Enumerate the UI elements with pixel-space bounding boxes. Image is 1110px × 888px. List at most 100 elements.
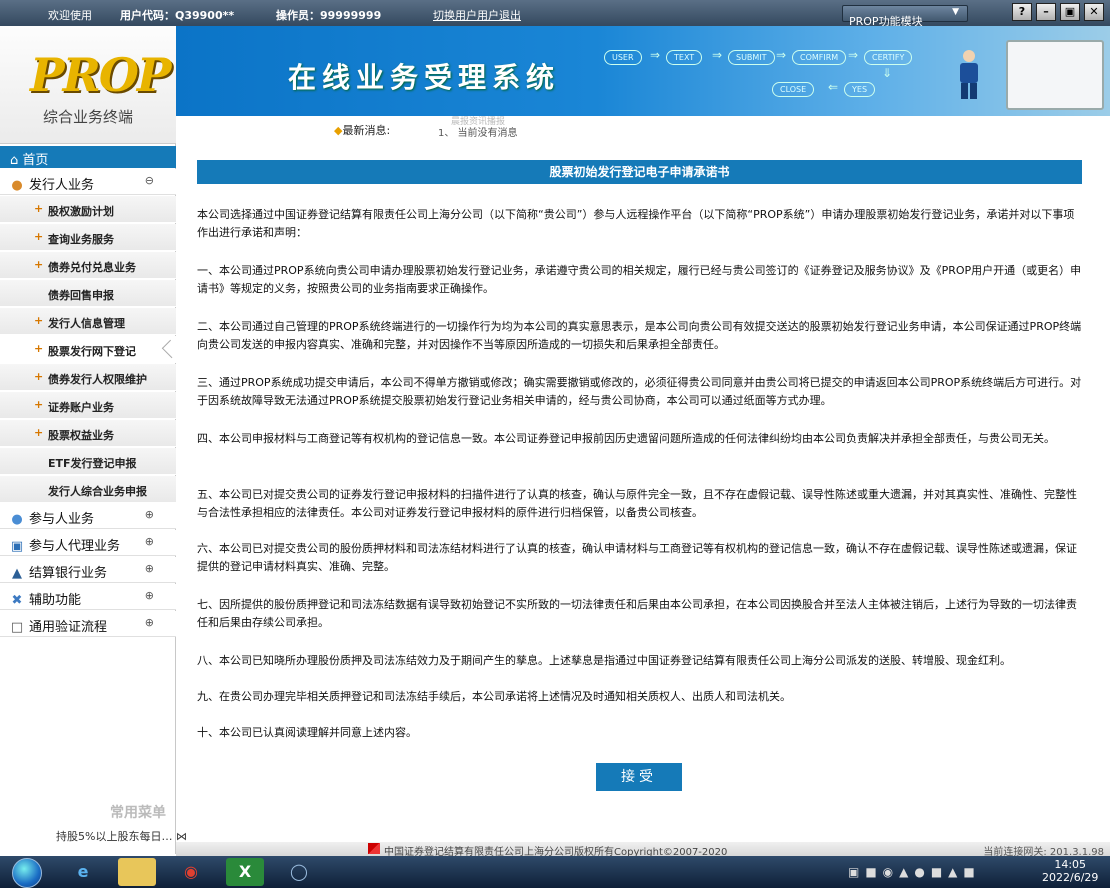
nav-section-participant-agent[interactable]: ▣ 参与人代理业务 ⊕ — [0, 530, 176, 556]
maximize-button[interactable]: ▣ — [1060, 3, 1080, 21]
sidebar-item-label: 债券兑付兑息业务 — [48, 261, 136, 274]
sidebar-item-securities-account[interactable]: + 证券账户业务 — [0, 392, 176, 419]
plus-icon: + — [34, 202, 44, 215]
arrow-right-icon: ⇒ — [776, 48, 787, 62]
expand-icon[interactable]: ⊕ — [145, 589, 154, 602]
flow-step-user: USER — [604, 50, 642, 65]
app-window: 欢迎使用 用户代码：Q39900** 操作员：99999999 切换用户 用户退… — [0, 0, 1110, 888]
folder-icon: □ — [10, 620, 24, 635]
paragraph-9: 九、在贵公司办理完毕相关质押登记和司法冻结手续后，本公司承诺将上述情况及时通知相… — [197, 690, 791, 703]
nav-home-label: 首页 — [22, 153, 49, 168]
sidebar-item-issuer-info[interactable]: + 发行人信息管理 — [0, 308, 176, 335]
logout-link[interactable]: 用户退出 — [477, 7, 521, 23]
sidebar-item-label: 发行人综合业务申报 — [48, 485, 147, 498]
sidebar-item-stock-offline-registration[interactable]: + 股票发行网下登记 — [0, 336, 181, 363]
nav-section-label: 结算银行业务 — [29, 566, 108, 581]
flow-step-close: CLOSE — [772, 82, 815, 97]
person-illustration-icon — [960, 50, 978, 99]
accept-button[interactable]: 接受 — [596, 763, 682, 791]
collapse-icon[interactable]: ⊖ — [145, 174, 154, 187]
expand-icon[interactable]: ⊕ — [145, 616, 154, 629]
plus-icon: + — [34, 426, 44, 439]
tools-icon: ✖ — [11, 593, 23, 608]
selected-indicator-icon — [161, 339, 181, 359]
nav-section-general-verification[interactable]: □ 通用验证流程 ⊕ — [0, 611, 176, 637]
document-title: 股票初始发行登记电子申请承诺书 — [197, 160, 1082, 184]
expand-icon[interactable]: ⊕ — [145, 535, 154, 548]
person-icon: ● — [11, 178, 23, 193]
monitor-illustration-icon — [1006, 40, 1104, 110]
sidebar-item-equity-incentive[interactable]: + 股权激励计划 — [0, 196, 176, 223]
app-icon[interactable]: ◯ — [280, 858, 318, 886]
operator-label: 操作员：99999999 — [276, 9, 382, 22]
nav-section-label: 通用验证流程 — [29, 620, 108, 635]
chrome-icon[interactable]: ◉ — [172, 858, 210, 886]
sidebar-item-bond-resale[interactable]: 债券回售申报 — [0, 280, 176, 307]
nav-home[interactable]: ⌂ 首页 — [0, 146, 176, 168]
arrow-right-icon: ⇒ — [848, 48, 859, 62]
user-code: 用户代码：Q39900** — [120, 9, 235, 22]
paragraph-7: 七、因所提供的股份质押登记和司法冻结数据有误导致初始登记不实所致的一切法律责任和… — [197, 598, 1077, 629]
taskbar: e ◉ X ◯ ▣■◉▲●■▲■ 14:05 2022/6/29 — [0, 856, 1110, 888]
common-menu-item[interactable]: 持股5%以上股东每日… ⋈ — [56, 828, 187, 844]
flow-step-confirm: COMFIRM — [792, 50, 847, 65]
plus-icon: + — [34, 258, 44, 271]
arrow-down-icon: ⇓ — [882, 66, 893, 80]
flow-step-submit: SUBMIT — [728, 50, 775, 65]
banner-title: 在线业务受理系统 — [288, 61, 561, 94]
close-button[interactable]: ✕ — [1084, 3, 1104, 21]
sidebar-item-label: 债券发行人权限维护 — [48, 373, 147, 386]
expand-icon[interactable]: ⊕ — [145, 562, 154, 575]
nav-section-label: 参与人代理业务 — [29, 539, 121, 554]
sidebar-item-label: 债券回售申报 — [48, 289, 114, 302]
sidebar-item-bond-payment[interactable]: + 债券兑付兑息业务 — [0, 252, 176, 279]
minimize-button[interactable]: – — [1036, 3, 1056, 21]
sidebar-item-bond-issuer-permission[interactable]: + 债券发行人权限维护 — [0, 364, 176, 391]
welcome-text: 欢迎使用 — [48, 9, 92, 22]
footer: 中国证券登记结算有限责任公司上海分公司版权所有Copyright©2007-20… — [176, 842, 1110, 858]
top-bar: 欢迎使用 用户代码：Q39900** 操作员：99999999 切换用户 用户退… — [0, 0, 1110, 28]
paragraph-5: 五、本公司已对提交贵公司的证券发行登记申报材料的扫描件进行了认真的核查，确认与原… — [197, 488, 1077, 519]
nav-section-label: 参与人业务 — [29, 512, 95, 527]
file-explorer-icon[interactable] — [118, 858, 156, 886]
sidebar-item-label: ETF发行登记申报 — [48, 457, 137, 470]
switch-user-link[interactable]: 切换用户 — [433, 7, 477, 23]
prop-logo: PROP — [30, 48, 171, 102]
nav-section-issuer[interactable]: ● 发行人业务 ⊖ — [0, 169, 176, 195]
plus-icon: + — [34, 398, 44, 411]
common-menu-item-label: 持股5%以上股东每日… — [56, 830, 173, 843]
start-button-icon[interactable] — [12, 858, 42, 888]
common-menu-title: 常用菜单 — [110, 805, 166, 821]
logo-subtitle: 综合业务终端 — [42, 108, 133, 126]
ie-icon[interactable]: e — [64, 858, 102, 886]
logo-area: PROP 综合业务终端 — [0, 26, 176, 144]
sidebar-item-label: 股票发行网下登记 — [48, 345, 136, 358]
paragraph-2: 二、本公司通过自己管理的PROP系统终端进行的一切操作行为均为本公司的真实意思表… — [197, 320, 1082, 351]
chevron-down-icon: ▼ — [952, 7, 959, 17]
system-tray-icons[interactable]: ▣■◉▲●■▲■ — [848, 865, 981, 879]
sidebar-item-issuer-comprehensive[interactable]: 发行人综合业务申报 — [0, 476, 176, 503]
sidebar-item-stock-rights[interactable]: + 股票权益业务 — [0, 420, 176, 447]
arrow-left-icon: ⇐ — [828, 80, 839, 94]
clock[interactable]: 14:05 2022/6/29 — [1042, 858, 1098, 884]
news-label-text: 最新消息: — [342, 124, 391, 137]
sidebar-item-label: 股权激励计划 — [48, 205, 114, 218]
sidebar-item-query-service[interactable]: + 查询业务服务 — [0, 224, 176, 251]
excel-icon[interactable]: X — [226, 858, 264, 886]
nav-section-label: 辅助功能 — [29, 593, 82, 608]
sidebar-item-etf-registration[interactable]: ETF发行登记申报 — [0, 448, 176, 475]
plus-icon: + — [34, 230, 44, 243]
help-button[interactable]: ? — [1012, 3, 1032, 21]
nav-section-participant[interactable]: ● 参与人业务 ⊕ — [0, 503, 176, 529]
nav-section-auxiliary[interactable]: ✖ 辅助功能 ⊕ — [0, 584, 176, 610]
sidebar: PROP 综合业务终端 ⌂ 首页 ● 发行人业务 ⊖ + 股权激励计划 + 查询业务服… — [0, 26, 187, 854]
module-select[interactable]: PROP功能模块 ▼ — [842, 5, 968, 28]
flag-icon — [368, 843, 380, 854]
expand-icon[interactable]: ⊕ — [145, 508, 154, 521]
plus-icon: + — [34, 342, 44, 355]
sidebar-item-label: 发行人信息管理 — [48, 317, 125, 330]
nav-section-label: 发行人业务 — [29, 178, 95, 193]
people-icon: ● — [11, 512, 23, 527]
nav-section-settlement-bank[interactable]: ▲ 结算银行业务 ⊕ — [0, 557, 176, 583]
sidebar-item-label: 证券账户业务 — [48, 401, 114, 414]
